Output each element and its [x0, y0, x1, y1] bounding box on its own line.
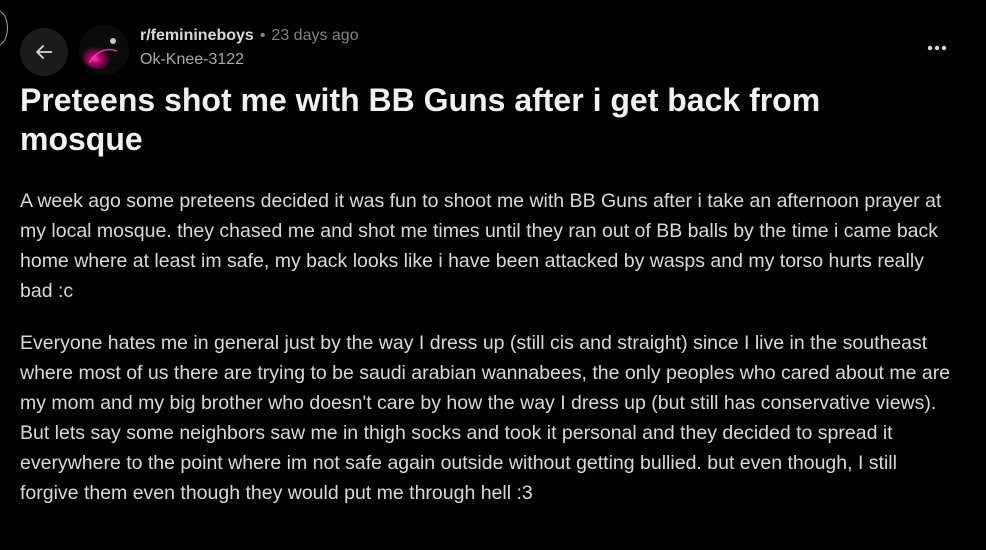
post-title: Preteens shot me with BB Guns after i ge…	[20, 82, 821, 157]
meta-separator: •	[259, 27, 266, 44]
arrow-left-icon	[36, 45, 53, 59]
ellipsis-icon	[927, 45, 947, 51]
back-button[interactable]	[20, 28, 68, 76]
post-timestamp: 23 days ago	[271, 27, 359, 44]
avatar-image	[79, 25, 129, 75]
partial-circle-edge	[0, 10, 8, 46]
post-body: A week ago some preteens decided it was …	[20, 186, 955, 530]
post-meta: r/feminineboys • 23 days ago Ok-Knee-312…	[140, 25, 359, 71]
author-link[interactable]: Ok-Knee-3122	[140, 49, 359, 71]
subreddit-link[interactable]: r/feminineboys	[140, 25, 254, 47]
more-options-button[interactable]	[920, 34, 954, 62]
post-paragraph: A week ago some preteens decided it was …	[20, 190, 942, 302]
subreddit-avatar[interactable]	[79, 25, 129, 75]
post-paragraph: Everyone hates me in general just by the…	[20, 332, 951, 504]
